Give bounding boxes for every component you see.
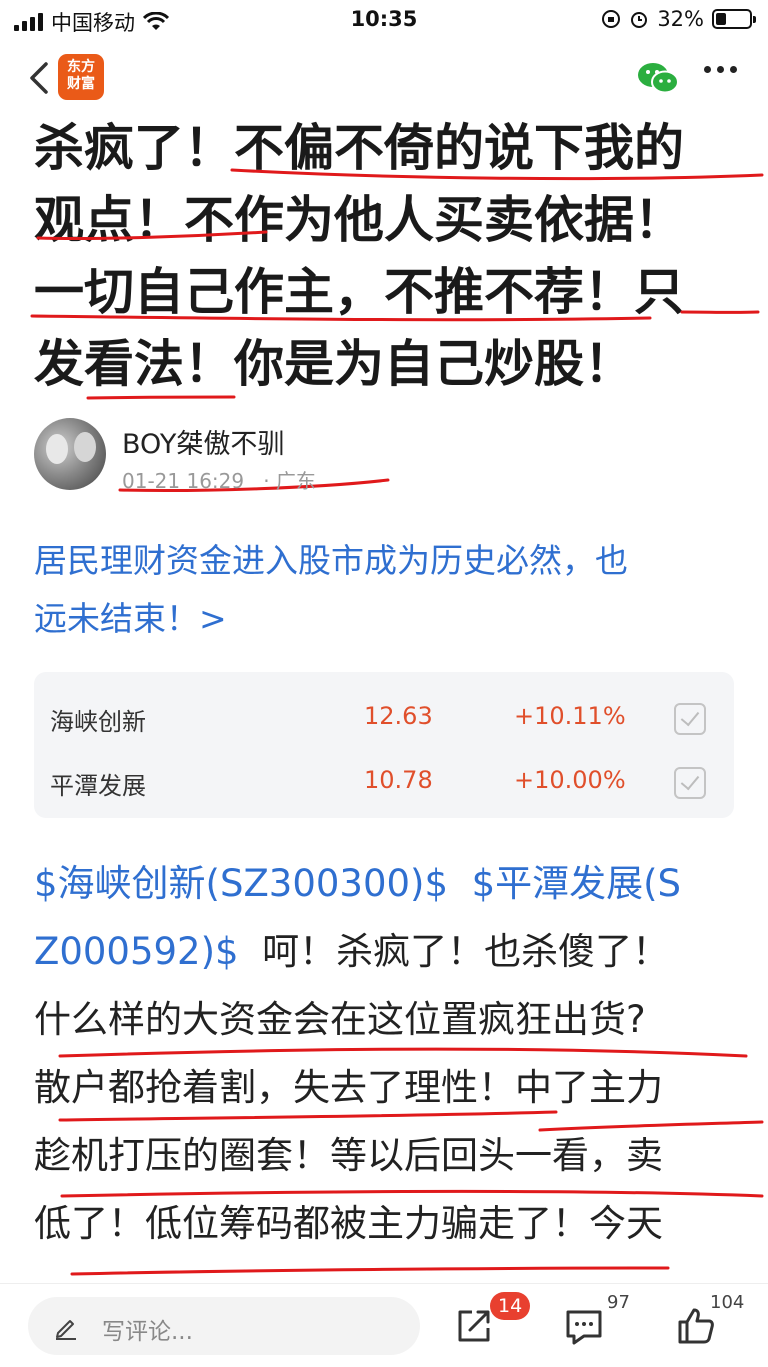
battery-icon <box>712 9 756 29</box>
logo-text-top: 东方 <box>67 59 95 75</box>
body-line: $海峡创新(SZ300300)$ $平潭发展(S <box>34 850 742 918</box>
topic-link[interactable]: 居民理财资金进入股市成为历史必然，也 远未结束！> <box>34 532 734 648</box>
nav-bar: 东方 财富 <box>0 40 768 118</box>
comment-icon[interactable] <box>562 1304 606 1348</box>
stock-change: +10.00% <box>514 766 626 794</box>
post-title: 杀疯了！不偏不倚的说下我的 观点！不作为他人买卖依据！ 一切自己作主，不推不荐！… <box>34 112 734 400</box>
comment-input[interactable]: 写评论... <box>28 1297 420 1355</box>
title-line: 一切自己作主，不推不荐！只 <box>34 263 684 321</box>
comment-count: 97 <box>607 1292 630 1313</box>
battery-percent: 32% <box>657 7 704 31</box>
bottom-action-bar: 写评论... 14 97 104 <box>0 1283 768 1367</box>
body-line: 散户都抢着割，失去了理性！中了主力 <box>34 1066 663 1109</box>
body-text: 呵！杀疯了！也杀傻了！ <box>262 930 670 973</box>
stock-price: 10.78 <box>364 766 433 794</box>
stock-card: 海峡创新 12.63 +10.11% 平潭发展 10.78 +10.00% <box>34 672 734 818</box>
body-line: 什么样的大资金会在这位置疯狂出货? <box>34 998 646 1041</box>
author-name[interactable]: BOY桀傲不驯 <box>122 422 284 461</box>
post-body: $海峡创新(SZ300300)$ $平潭发展(S Z000592)$ 呵！杀疯了… <box>34 850 742 1258</box>
body-line: 趁机打压的圈套！等以后回头一看，卖 <box>34 1134 663 1177</box>
orientation-lock-icon <box>602 10 621 28</box>
stock-price: 12.63 <box>364 702 433 730</box>
add-watchlist-checkbox[interactable] <box>674 703 706 735</box>
app-logo: 东方 财富 <box>58 54 104 100</box>
stock-row[interactable]: 海峡创新 12.63 +10.11% <box>34 680 734 744</box>
status-bar: 中国移动 10:35 32% <box>0 0 768 40</box>
alarm-icon <box>631 12 648 28</box>
stock-tag-link[interactable]: $海峡创新(SZ300300)$ <box>34 862 448 905</box>
add-watchlist-checkbox[interactable] <box>674 767 706 799</box>
post-location: · 广东 <box>263 469 316 493</box>
back-icon[interactable] <box>22 58 62 98</box>
status-right: 32% <box>601 7 756 31</box>
topic-line: 居民理财资金进入股市成为历史必然，也 <box>34 541 628 580</box>
stock-tag-link[interactable]: $平潭发展(S <box>472 862 681 905</box>
body-line: Z000592)$ 呵！杀疯了！也杀傻了！ <box>34 918 742 986</box>
share-icon[interactable] <box>452 1304 496 1348</box>
logo-text-bottom: 财富 <box>67 76 95 92</box>
share-count-badge: 14 <box>490 1292 531 1320</box>
stock-name: 海峡创新 <box>50 708 146 736</box>
wechat-share-icon[interactable] <box>636 60 680 96</box>
title-line: 发看法！你是为自己炒股！ <box>34 335 634 393</box>
pencil-icon <box>56 1320 76 1340</box>
stock-tag-link[interactable]: Z000592)$ <box>34 930 239 973</box>
comment-placeholder: 写评论... <box>102 1319 193 1345</box>
title-line: 观点！不作为他人买卖依据！ <box>34 191 684 249</box>
post-meta: 01-21 16:29 · 广东 <box>122 465 316 494</box>
avatar[interactable] <box>34 418 106 490</box>
post-datetime: 01-21 16:29 <box>122 469 245 493</box>
more-options-icon[interactable] <box>704 66 737 73</box>
stock-name: 平潭发展 <box>50 772 146 800</box>
stock-row[interactable]: 平潭发展 10.78 +10.00% <box>34 744 734 808</box>
like-count: 104 <box>710 1292 745 1313</box>
topic-line: 远未结束！> <box>34 599 227 638</box>
body-line: 低了！低位筹码都被主力骗走了！今天 <box>34 1202 663 1245</box>
title-line: 杀疯了！不偏不倚的说下我的 <box>34 119 684 177</box>
stock-change: +10.11% <box>514 702 626 730</box>
